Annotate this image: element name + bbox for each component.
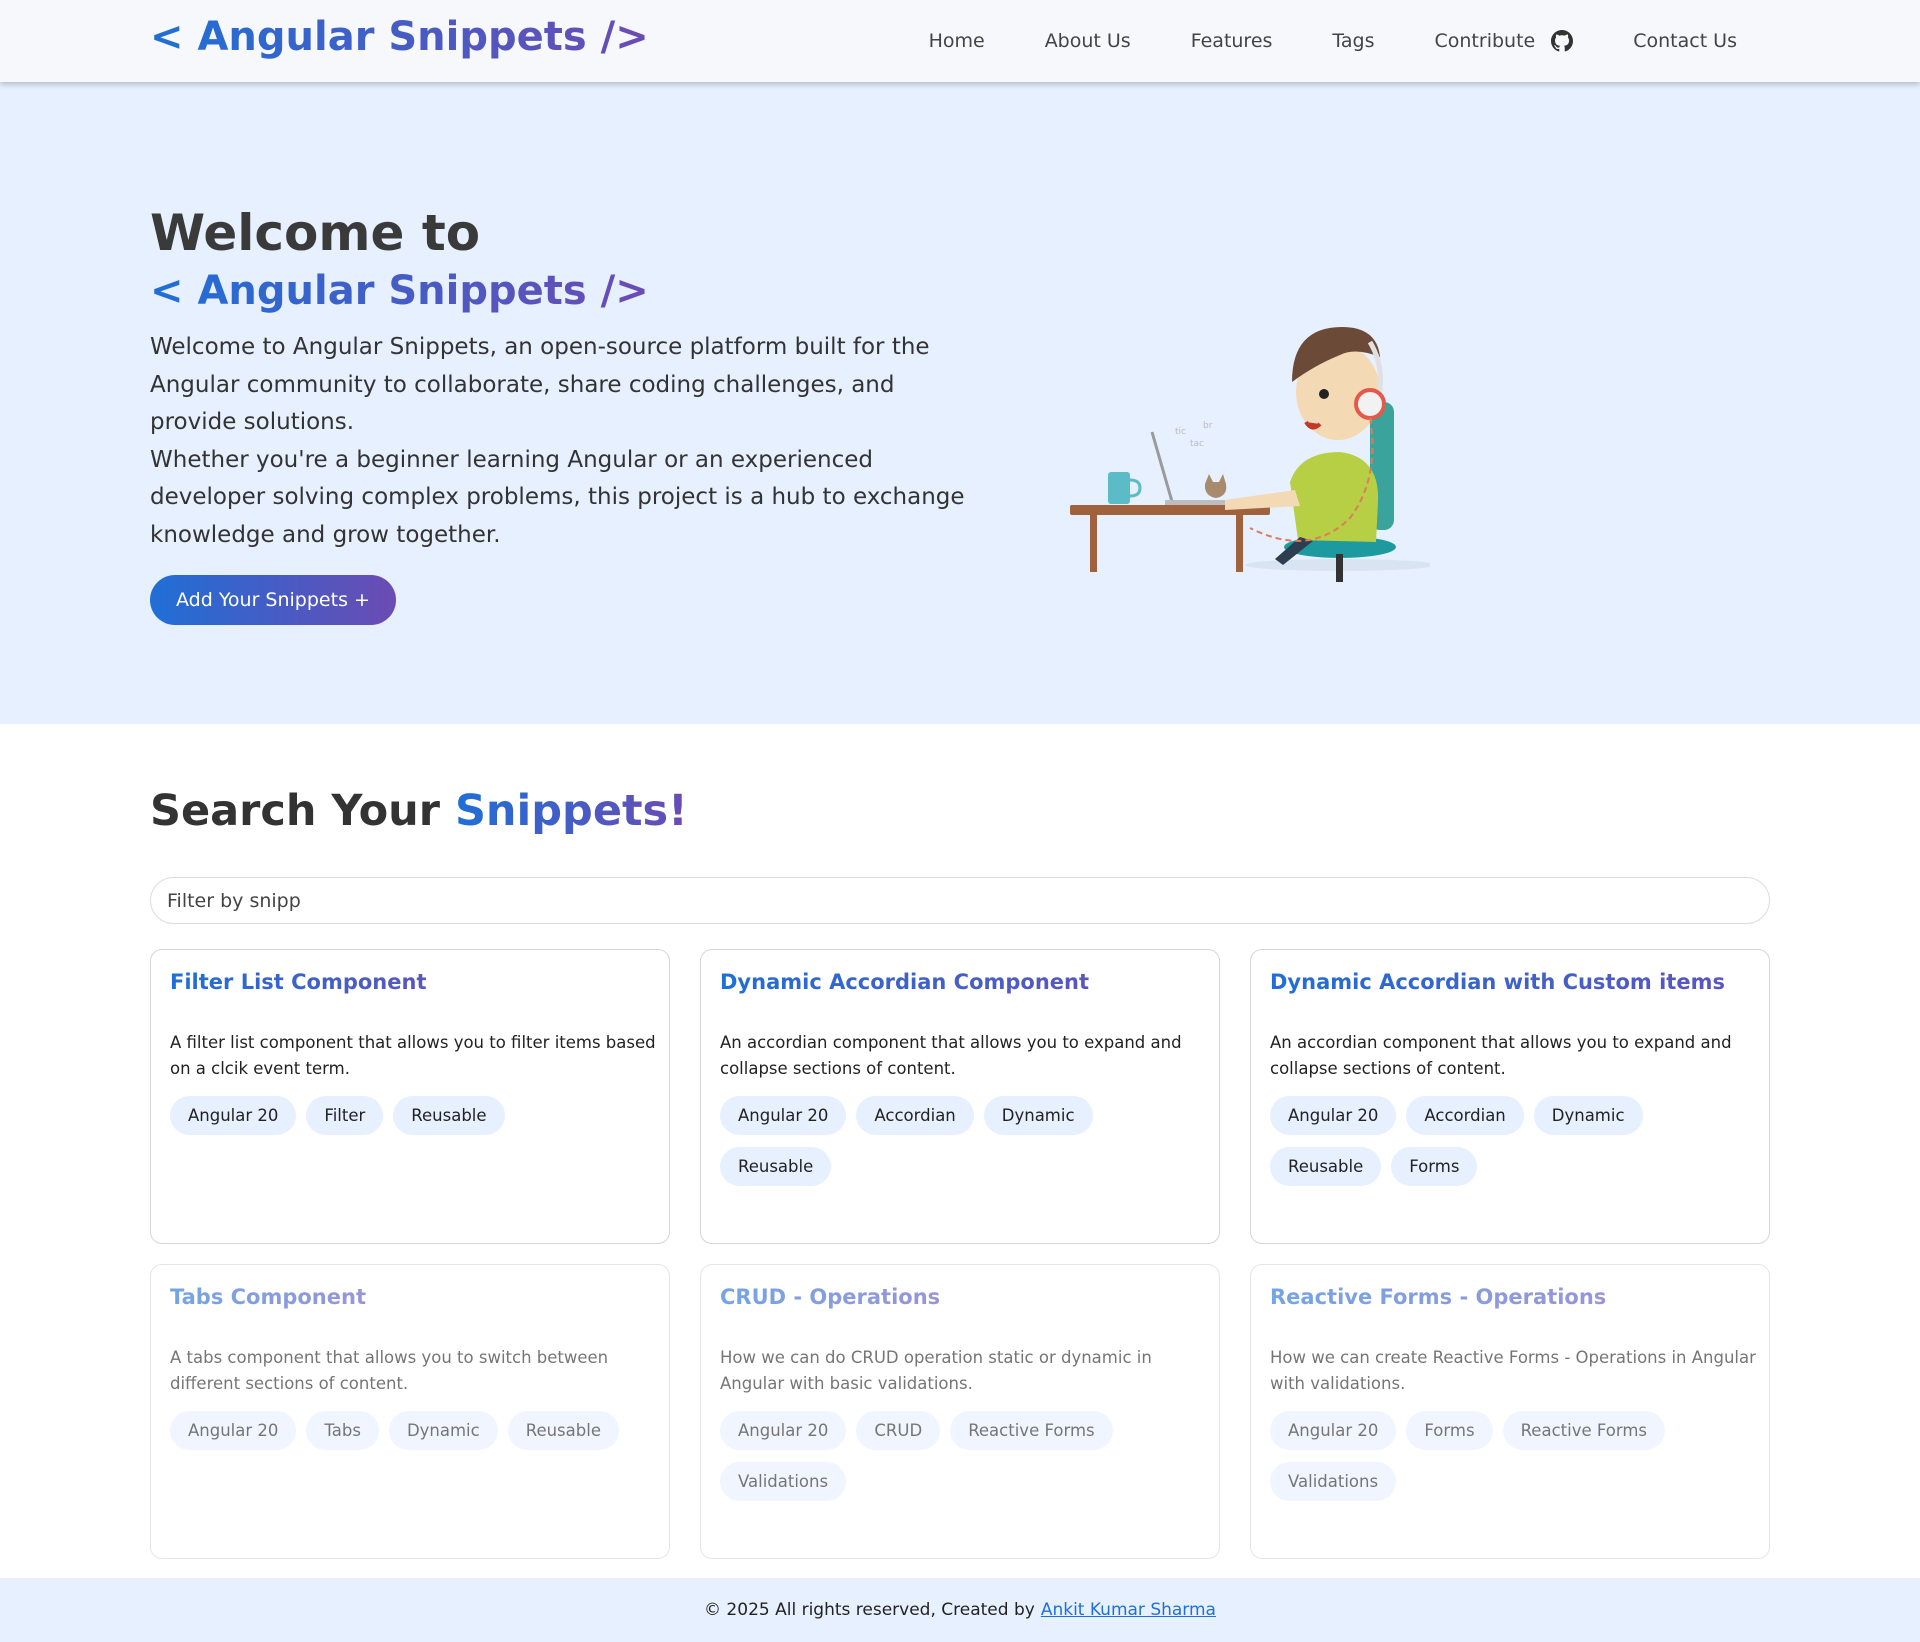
tag-chip[interactable]: Angular 20 bbox=[1270, 1411, 1397, 1450]
nav-contact-us[interactable]: Contact Us bbox=[1633, 30, 1737, 52]
card-title[interactable]: Dynamic Accordian with Custom items bbox=[1270, 968, 1725, 996]
hero-brand: < Angular Snippets /> bbox=[150, 268, 649, 314]
card-tags: Angular 20 Accordian Dynamic Reusable Fo… bbox=[1270, 1096, 1750, 1198]
snippet-card-tabs[interactable]: Tabs Component A tabs component that all… bbox=[150, 1264, 670, 1559]
brand-logo[interactable]: < Angular Snippets /> bbox=[150, 14, 649, 60]
search-title-prefix: Search Your bbox=[150, 786, 455, 836]
hero-title: Welcome to bbox=[150, 204, 481, 262]
add-snippets-button[interactable]: Add Your Snippets + bbox=[150, 575, 396, 625]
tag-chip[interactable]: Filter bbox=[306, 1096, 384, 1135]
card-tags: Angular 20 CRUD Reactive Forms Validatio… bbox=[720, 1411, 1200, 1513]
card-description: An accordian component that allows you t… bbox=[720, 1033, 1182, 1078]
developer-at-desk-illustration: tic tac br bbox=[1070, 262, 1435, 618]
nav-tags[interactable]: Tags bbox=[1332, 30, 1374, 52]
tag-chip[interactable]: Accordian bbox=[856, 1096, 974, 1135]
tag-chip[interactable]: Reusable bbox=[720, 1147, 832, 1186]
tag-chip[interactable]: Forms bbox=[1391, 1147, 1478, 1186]
tag-chip[interactable]: Dynamic bbox=[983, 1096, 1093, 1135]
snippet-card-filter-list[interactable]: Filter List Component A filter list comp… bbox=[150, 949, 670, 1244]
tag-chip[interactable]: Forms bbox=[1406, 1411, 1493, 1450]
tag-chip[interactable]: Validations bbox=[720, 1462, 847, 1501]
card-title[interactable]: Dynamic Accordian Component bbox=[720, 968, 1089, 996]
card-tags: Angular 20 Accordian Dynamic Reusable bbox=[720, 1096, 1200, 1198]
page-footer: © 2025 All rights reserved, Created by A… bbox=[0, 1578, 1920, 1642]
card-description: How we can create Reactive Forms - Opera… bbox=[1270, 1348, 1756, 1393]
tag-chip[interactable]: Angular 20 bbox=[170, 1096, 297, 1135]
card-title[interactable]: Filter List Component bbox=[170, 968, 426, 996]
card-description: A tabs component that allows you to swit… bbox=[170, 1348, 609, 1393]
hero-description: Welcome to Angular Snippets, an open-sou… bbox=[150, 329, 970, 554]
card-description: An accordian component that allows you t… bbox=[1270, 1033, 1732, 1078]
card-tags: Angular 20 Filter Reusable bbox=[170, 1096, 650, 1147]
hero-section: Welcome to < Angular Snippets /> Welcome… bbox=[0, 82, 1920, 724]
tag-chip[interactable]: Accordian bbox=[1406, 1096, 1524, 1135]
card-title[interactable]: Tabs Component bbox=[170, 1283, 366, 1311]
nav-features-label: Features bbox=[1190, 30, 1273, 52]
svg-text:tic: tic bbox=[1175, 427, 1186, 437]
nav-contribute-label: Contribute bbox=[1434, 30, 1536, 52]
tag-chip[interactable]: Angular 20 bbox=[170, 1411, 297, 1450]
tag-chip[interactable]: Tabs bbox=[306, 1411, 379, 1450]
tag-chip[interactable]: CRUD bbox=[856, 1411, 941, 1450]
card-tags: Angular 20 Forms Reactive Forms Validati… bbox=[1270, 1411, 1750, 1513]
card-tags: Angular 20 Tabs Dynamic Reusable bbox=[170, 1411, 650, 1462]
tag-chip[interactable]: Angular 20 bbox=[720, 1096, 847, 1135]
nav-contribute[interactable]: Contribute bbox=[1435, 30, 1574, 52]
snippet-search-input[interactable] bbox=[150, 877, 1770, 924]
nav-home[interactable]: Home bbox=[929, 30, 985, 52]
card-description: How we can do CRUD operation static or d… bbox=[720, 1348, 1152, 1393]
tag-chip[interactable]: Angular 20 bbox=[1270, 1096, 1397, 1135]
nav-features[interactable]: Features bbox=[1191, 30, 1273, 52]
nav-about-us[interactable]: About Us bbox=[1045, 30, 1131, 52]
tag-chip[interactable]: Reusable bbox=[393, 1096, 505, 1135]
nav-about-label: About Us bbox=[1044, 30, 1131, 52]
search-section-title: Search Your Snippets! bbox=[150, 786, 688, 836]
github-icon[interactable] bbox=[1551, 30, 1574, 52]
tag-chip[interactable]: Reusable bbox=[507, 1411, 619, 1450]
tag-chip[interactable]: Validations bbox=[1270, 1462, 1397, 1501]
card-title[interactable]: CRUD - Operations bbox=[720, 1283, 940, 1311]
tag-chip[interactable]: Dynamic bbox=[388, 1411, 498, 1450]
svg-text:br: br bbox=[1203, 421, 1213, 431]
hero-paragraph-1: Welcome to Angular Snippets, an open-sou… bbox=[150, 334, 930, 435]
tag-chip[interactable]: Dynamic bbox=[1533, 1096, 1643, 1135]
author-link[interactable]: Ankit Kumar Sharma bbox=[1041, 1600, 1216, 1620]
snippet-card-crud[interactable]: CRUD - Operations How we can do CRUD ope… bbox=[700, 1264, 1220, 1559]
hero-paragraph-2: Whether you're a beginner learning Angul… bbox=[150, 446, 965, 548]
snippet-card-dynamic-accordian-custom[interactable]: Dynamic Accordian with Custom items An a… bbox=[1250, 949, 1770, 1244]
snippet-card-reactive-forms[interactable]: Reactive Forms - Operations How we can c… bbox=[1250, 1264, 1770, 1559]
search-title-highlight: Snippets! bbox=[454, 786, 688, 836]
main-nav: Home About Us Features Tags Contribute C… bbox=[929, 0, 1737, 82]
tag-chip[interactable]: Reactive Forms bbox=[1502, 1411, 1666, 1450]
tag-chip[interactable]: Angular 20 bbox=[720, 1411, 847, 1450]
nav-contact-label: Contact Us bbox=[1633, 30, 1737, 52]
nav-tags-label: Tags bbox=[1332, 30, 1375, 52]
nav-home-label: Home bbox=[928, 30, 985, 52]
snippet-card-dynamic-accordian[interactable]: Dynamic Accordian Component An accordian… bbox=[700, 949, 1220, 1244]
tag-chip[interactable]: Reactive Forms bbox=[950, 1411, 1113, 1450]
tag-chip[interactable]: Reusable bbox=[1270, 1147, 1382, 1186]
top-navbar: < Angular Snippets /> Home About Us Feat… bbox=[0, 0, 1920, 82]
card-description: A filter list component that allows you … bbox=[170, 1033, 656, 1078]
svg-text:tac: tac bbox=[1190, 439, 1204, 449]
footer-text: © 2025 All rights reserved, Created by bbox=[704, 1600, 1035, 1620]
card-title[interactable]: Reactive Forms - Operations bbox=[1270, 1283, 1606, 1311]
